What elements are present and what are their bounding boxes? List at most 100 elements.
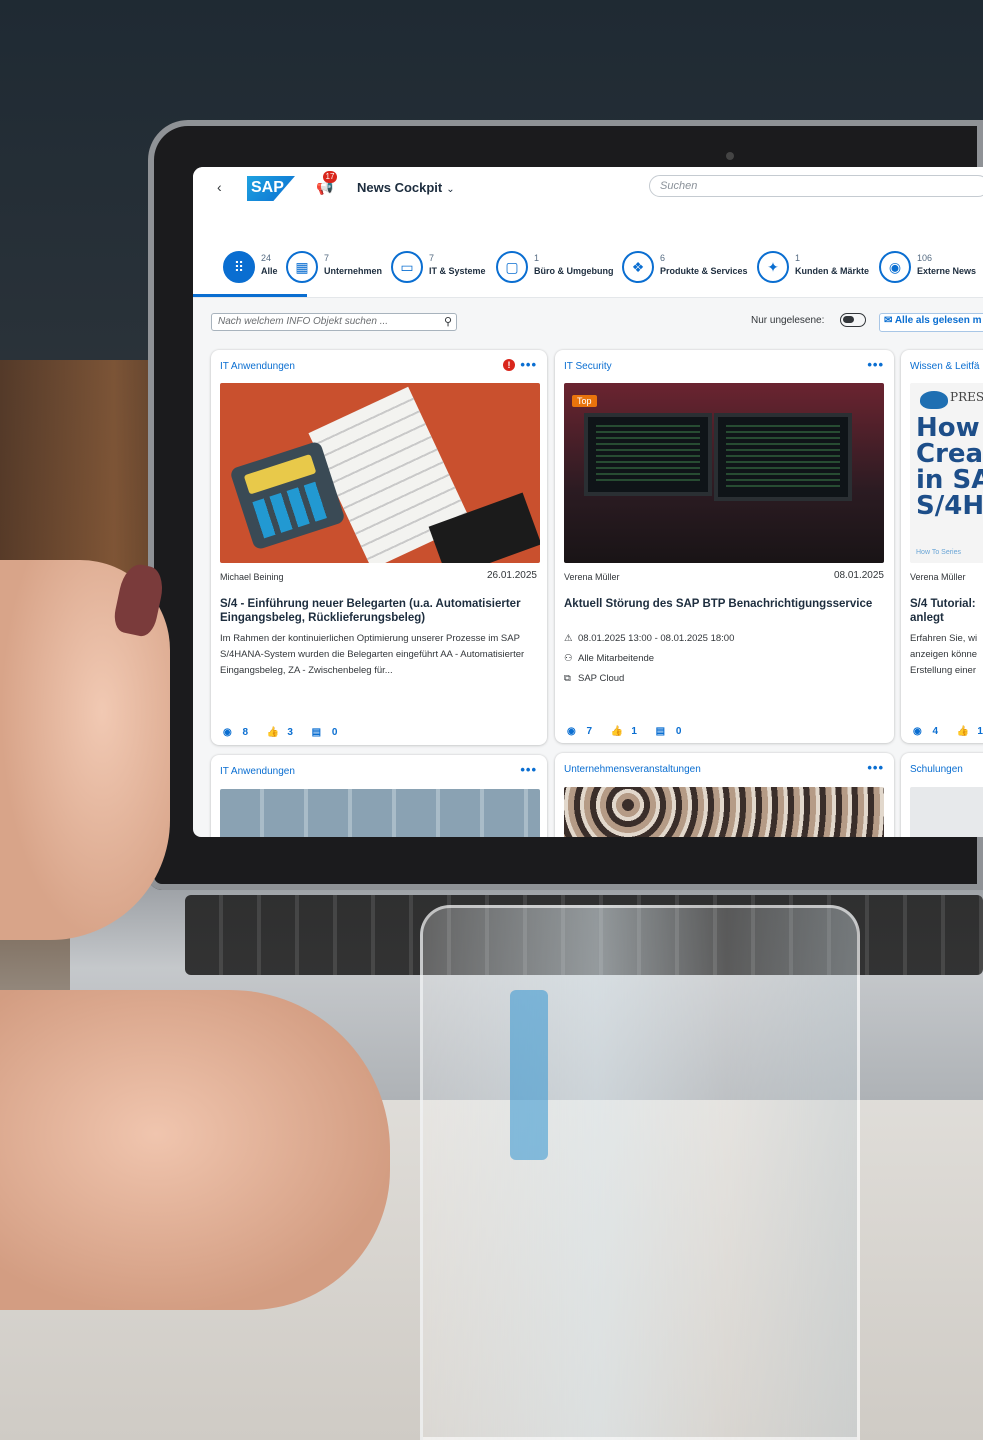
laptop-camera [726, 152, 734, 160]
category-label: Alle [261, 266, 278, 276]
comments-stat[interactable]: ▤ 0 [656, 726, 690, 737]
top-badge: Top [572, 395, 597, 407]
category-bar: ⠿ 24 Alle ▦ 7 Unternehmen ▭ 7 IT & Syste… [193, 239, 983, 298]
category-count: 1 [534, 253, 540, 263]
shell-bar: ‹ SAP 📢 17 News Cockpit ⌄ Suchen [193, 167, 983, 239]
news-card[interactable]: Schulungen [901, 753, 983, 837]
views-stat: ◉ 7 [567, 726, 600, 737]
monitor-illustration [714, 413, 852, 501]
envelope-icon: ✉ [884, 315, 893, 326]
category-count: 24 [261, 253, 272, 263]
card-title[interactable]: Aktuell Störung des SAP BTP Benachrichti… [564, 597, 884, 611]
card-date: 26.01.2025 [486, 570, 537, 581]
category-buero-umgebung[interactable]: ▢ 1 Büro & Umgebung [496, 251, 616, 287]
news-card[interactable]: Unternehmensveranstaltungen ••• [555, 753, 894, 837]
comments-stat[interactable]: ▤ 0 [312, 727, 346, 738]
product-icon: ❖ [622, 251, 654, 283]
object-search-input[interactable]: Nach welchem INFO Objekt suchen ... ⚲ [211, 313, 457, 331]
card-image [220, 789, 540, 837]
right-hand [0, 990, 390, 1310]
handshake-icon: ✦ [757, 251, 789, 283]
press-logo [920, 391, 948, 409]
category-kunden-maerkte[interactable]: ✦ 1 Kunden & Märkte [757, 251, 875, 287]
grid-icon: ⠿ [223, 251, 255, 283]
mark-all-read-button[interactable]: ✉ Alle als gelesen m [879, 313, 983, 332]
category-produkte-services[interactable]: ❖ 6 Produkte & Services [622, 251, 750, 287]
building-icon: ▦ [286, 251, 318, 283]
object-search-placeholder: Nach welchem INFO Objekt suchen ... [218, 316, 389, 327]
comments-count: 0 [675, 726, 682, 737]
card-image [564, 787, 884, 837]
category-label: Kunden & Märkte [795, 266, 870, 276]
card-title[interactable]: S/4 - Einführung neuer Belegarten (u.a. … [220, 597, 540, 625]
eye-icon: ◉ [567, 726, 576, 737]
card-image [220, 383, 540, 563]
likes-count: 3 [287, 727, 293, 738]
card-category: IT Anwendungen [220, 766, 295, 777]
news-card[interactable]: IT Anwendungen ! ••• Michael Beining 26.… [211, 350, 547, 745]
active-tab-indicator [193, 294, 307, 297]
card-image: Top [564, 383, 884, 563]
likes-count: 1 [977, 726, 983, 737]
card-title[interactable]: S/4 Tutorial: anlegt [910, 597, 983, 625]
category-count: 6 [660, 253, 666, 263]
chevron-down-icon: ⌄ [446, 184, 455, 195]
card-category: IT Security [564, 361, 612, 372]
category-externe-news[interactable]: ◉ 106 Externe News [879, 251, 979, 287]
filter-toolbar: Nach welchem INFO Objekt suchen ... ⚲ Nu… [193, 298, 983, 340]
comments-count: 0 [331, 727, 338, 738]
monitor-illustration [584, 413, 712, 496]
event-system: ⧉ SAP Cloud [564, 673, 624, 684]
event-audience-text: Alle Mitarbeitende [578, 653, 655, 664]
category-label: Produkte & Services [660, 266, 748, 276]
category-count: 106 [917, 253, 933, 263]
card-author: Verena Müller [564, 572, 620, 582]
event-time: ⚠ 08.01.2025 13:00 - 08.01.2025 18:00 [564, 633, 734, 644]
category-alle[interactable]: ⠿ 24 Alle [223, 251, 283, 287]
news-card[interactable]: Wissen & Leitfä PRESS How Creat in SA S/… [901, 350, 983, 743]
category-unternehmen[interactable]: ▦ 7 Unternehmen [286, 251, 382, 287]
more-options-icon[interactable]: ••• [520, 762, 537, 777]
event-system-text: SAP Cloud [578, 673, 625, 684]
likes-stat[interactable]: 👍 1 [957, 726, 983, 737]
comment-icon: ▤ [311, 727, 322, 738]
card-author: Michael Beining [220, 572, 284, 582]
category-label: Büro & Umgebung [534, 266, 614, 276]
mark-all-read-label: Alle als gelesen m [894, 315, 982, 326]
card-category: IT Anwendungen [220, 361, 295, 372]
app-title-menu[interactable]: News Cockpit ⌄ [357, 180, 455, 195]
category-label: IT & Systeme [429, 266, 486, 276]
likes-stat[interactable]: 👍 3 [267, 727, 301, 738]
news-card[interactable]: IT Anwendungen ••• [211, 755, 547, 837]
category-count: 7 [429, 253, 435, 263]
card-stats: ◉ 4 👍 1 [913, 726, 983, 737]
category-count: 1 [795, 253, 801, 263]
more-options-icon[interactable]: ••• [867, 357, 884, 372]
views-count: 7 [586, 726, 593, 737]
card-date: 08.01.2025 [833, 570, 884, 581]
news-card[interactable]: IT Security ••• Top Verena Müller 08.01.… [555, 350, 894, 743]
book-series: How To Series [916, 549, 962, 556]
monitor-icon: ▭ [391, 251, 423, 283]
alert-icon: ! [503, 359, 515, 371]
card-category: Wissen & Leitfä [910, 361, 980, 372]
likes-stat[interactable]: 👍 1 [611, 726, 645, 737]
thumbs-up-icon: 👍 [956, 726, 970, 737]
back-icon[interactable]: ‹ [217, 179, 222, 195]
search-icon[interactable]: ⚲ [444, 314, 452, 330]
category-it-systeme[interactable]: ▭ 7 IT & Systeme [391, 251, 487, 287]
card-image [910, 787, 983, 837]
frame-icon: ▢ [496, 251, 528, 283]
more-options-icon[interactable]: ••• [867, 760, 884, 775]
search-input[interactable]: Suchen [649, 175, 983, 197]
unread-toggle[interactable] [840, 313, 866, 327]
thumbs-up-icon: 👍 [610, 726, 624, 737]
event-audience: ⚇ Alle Mitarbeitende [564, 653, 654, 664]
press-brand: PRESS [950, 390, 983, 404]
unread-label: Nur ungelesene: [751, 315, 825, 326]
sap-logo[interactable]: SAP [247, 176, 295, 201]
views-count: 4 [932, 726, 939, 737]
more-options-icon[interactable]: ••• [520, 357, 537, 372]
notification-badge: 17 [323, 171, 337, 183]
system-icon: ⧉ [564, 673, 571, 684]
